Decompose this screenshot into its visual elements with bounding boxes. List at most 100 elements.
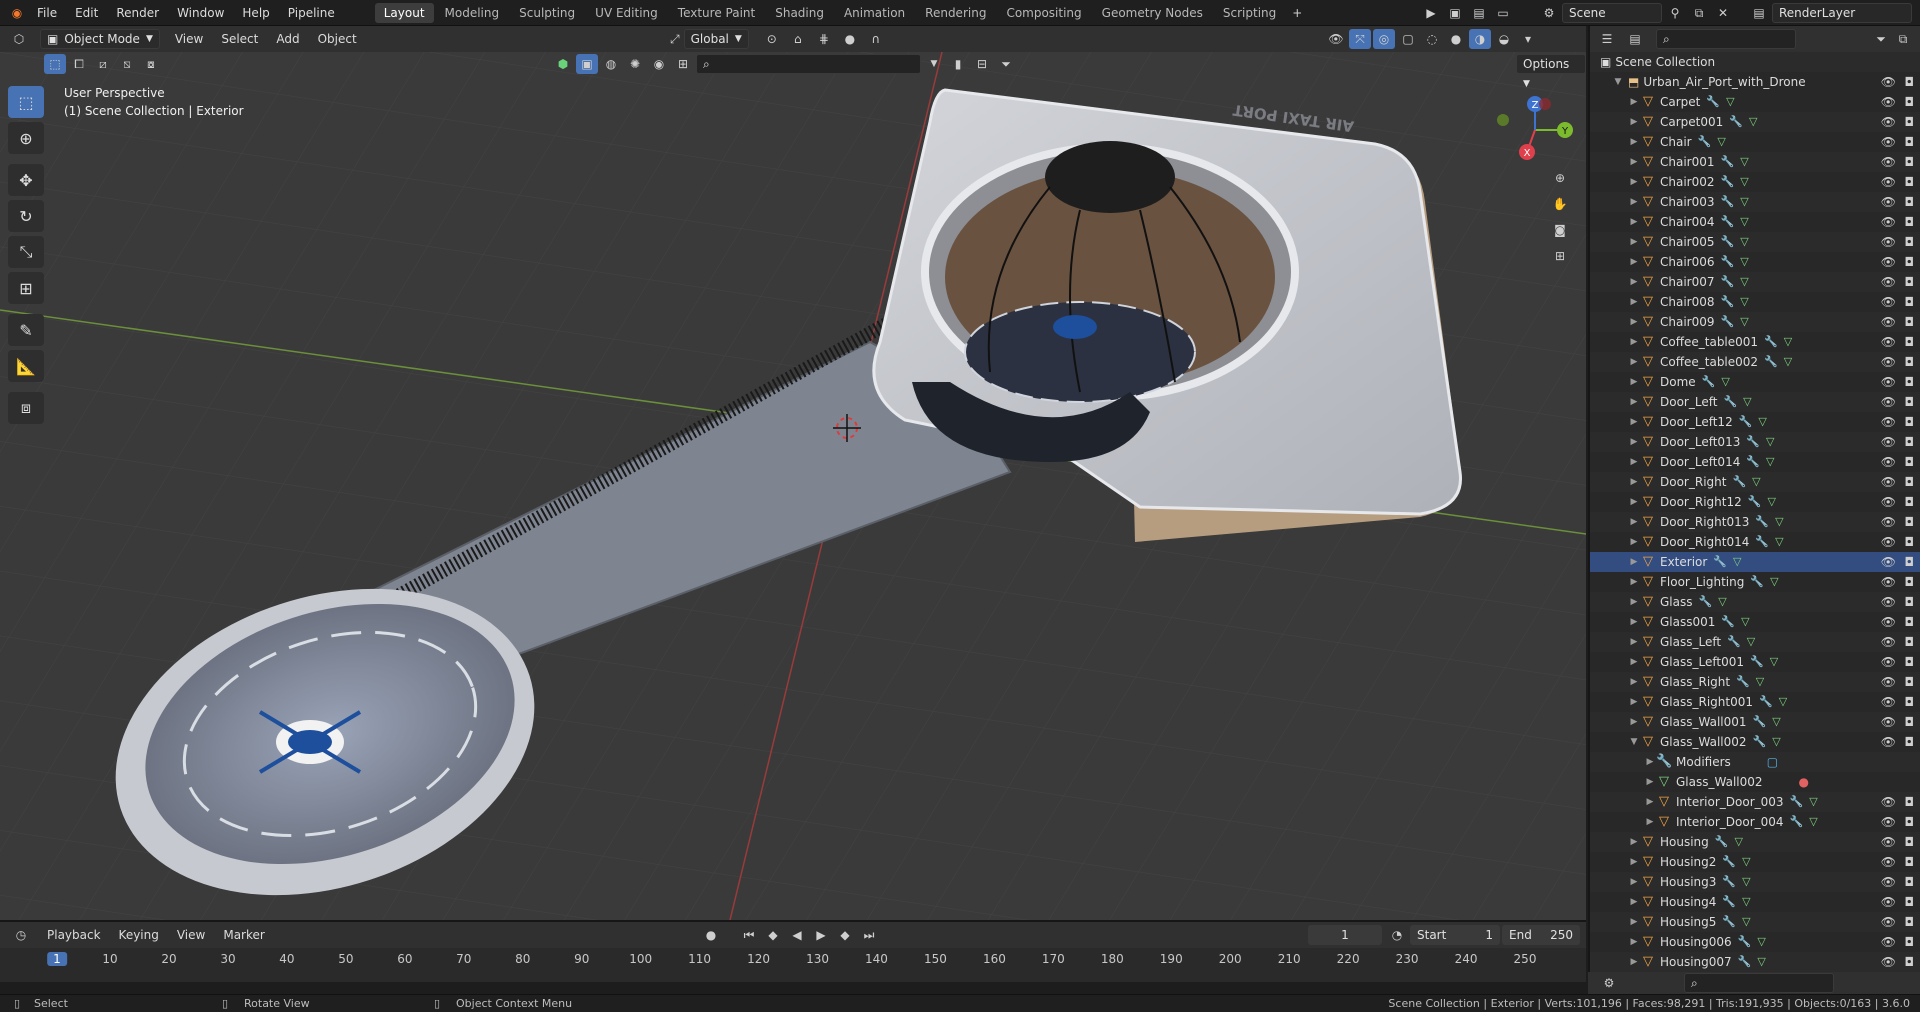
expand-arrow-icon[interactable]: ▶ bbox=[1628, 652, 1640, 672]
select-box-tool-icon[interactable]: ⬚ bbox=[8, 86, 44, 118]
modifier-wrench-icon[interactable]: 🔧 bbox=[1729, 112, 1743, 132]
mesh-data-icon[interactable]: ▽ bbox=[1784, 352, 1792, 372]
expand-arrow-icon[interactable]: ▶ bbox=[1628, 92, 1640, 112]
filter-icon[interactable]: ⏷ bbox=[1870, 29, 1892, 49]
modifier-wrench-icon[interactable]: 🔧 bbox=[1721, 252, 1735, 272]
select-new-icon[interactable]: ⬚ bbox=[44, 54, 66, 74]
3d-viewport[interactable]: AIR TAXI PORT Y Z X ⬚ ⧠ ⧄ ⧅ ⧇ ⬢ ▣ ◍ ✺ ◉ … bbox=[0, 52, 1586, 920]
visibility-eye-icon[interactable]: 👁 bbox=[1881, 472, 1896, 492]
outliner-row[interactable]: ▶ ▽ Chair005 🔧 ▽ 👁 ◘ bbox=[1590, 232, 1920, 252]
outliner-row[interactable]: ▶ ▽ Door_Right 🔧 ▽ 👁 ◘ bbox=[1590, 472, 1920, 492]
render-camera-icon[interactable]: ◘ bbox=[1905, 232, 1915, 252]
visibility-eye-icon[interactable]: 👁 bbox=[1881, 572, 1896, 592]
mesh-data-icon[interactable]: ▽ bbox=[1757, 952, 1765, 972]
outliner-row[interactable]: ▶ ▽ Coffee_table001 🔧 ▽ 👁 ◘ bbox=[1590, 332, 1920, 352]
render-camera-icon[interactable]: ◘ bbox=[1905, 472, 1915, 492]
modifier-wrench-icon[interactable]: 🔧 bbox=[1723, 392, 1737, 412]
expand-arrow-icon[interactable]: ▶ bbox=[1628, 212, 1640, 232]
outliner-row[interactable]: ▶ ▽ Glass_Wall001 🔧 ▽ 👁 ◘ bbox=[1590, 712, 1920, 732]
visibility-eye-icon[interactable]: 👁 bbox=[1881, 252, 1896, 272]
viewport-menu-select[interactable]: Select bbox=[212, 26, 267, 52]
outliner-row[interactable]: ▶ ▽ Door_Right013 🔧 ▽ 👁 ◘ bbox=[1590, 512, 1920, 532]
menu-file[interactable]: File bbox=[28, 0, 66, 26]
outliner-row[interactable]: ▶ ▽ Interior_Door_004 🔧 ▽ 👁 ◘ bbox=[1590, 812, 1920, 832]
modifier-wrench-icon[interactable]: 🔧 bbox=[1698, 132, 1712, 152]
modifier-wrench-icon[interactable]: 🔧 bbox=[1790, 792, 1804, 812]
render-camera-icon[interactable]: ◘ bbox=[1905, 172, 1915, 192]
visibility-eye-icon[interactable]: 👁 bbox=[1881, 392, 1896, 412]
mesh-data-icon[interactable]: ▽ bbox=[1784, 332, 1792, 352]
outliner-row[interactable]: ▶ ▽ Housing2 🔧 ▽ 👁 ◘ bbox=[1590, 852, 1920, 872]
visibility-eye-icon[interactable]: 👁 bbox=[1881, 532, 1896, 552]
visibility-eye-icon[interactable]: 👁 bbox=[1881, 492, 1896, 512]
render-camera-icon[interactable]: ◘ bbox=[1905, 292, 1915, 312]
outliner-row[interactable]: ▶ ▽ Chair003 🔧 ▽ 👁 ◘ bbox=[1590, 192, 1920, 212]
filter-icon[interactable]: ⏷ bbox=[995, 54, 1017, 74]
jump-end-icon[interactable]: ⏭ bbox=[858, 925, 880, 945]
gizmo-toggle-icon[interactable]: ⤧ bbox=[1349, 29, 1371, 49]
tab-scripting[interactable]: Scripting bbox=[1214, 3, 1285, 23]
timeline-menu-keying[interactable]: Keying bbox=[110, 922, 168, 948]
modifier-wrench-icon[interactable]: 🔧 bbox=[1721, 612, 1735, 632]
timeline-menu-playback[interactable]: Playback bbox=[38, 922, 110, 948]
select-extend-icon[interactable]: ⧠ bbox=[68, 54, 90, 74]
expand-arrow-icon[interactable]: ▶ bbox=[1628, 572, 1640, 592]
visibility-eye-icon[interactable]: 👁 bbox=[1881, 552, 1896, 572]
expand-arrow-icon[interactable]: ▶ bbox=[1644, 792, 1656, 812]
render-camera-icon[interactable]: ◘ bbox=[1905, 832, 1915, 852]
modifier-wrench-icon[interactable]: 🔧 bbox=[1736, 672, 1750, 692]
modifier-wrench-icon[interactable]: 🔧 bbox=[1746, 452, 1760, 472]
expand-arrow-icon[interactable]: ▶ bbox=[1628, 432, 1640, 452]
orientation-dropdown[interactable]: Global ▼ bbox=[683, 29, 749, 49]
render-camera-icon[interactable]: ◘ bbox=[1905, 372, 1915, 392]
render-camera-icon[interactable]: ◘ bbox=[1905, 392, 1915, 412]
visibility-eye-icon[interactable]: 👁 bbox=[1881, 632, 1896, 652]
modifier-wrench-icon[interactable]: 🔧 bbox=[1764, 352, 1778, 372]
outliner-row[interactable]: ▶ ▽ Door_Left013 🔧 ▽ 👁 ◘ bbox=[1590, 432, 1920, 452]
add-workspace-icon[interactable]: + bbox=[1286, 3, 1308, 23]
visibility-eye-icon[interactable]: 👁 bbox=[1881, 612, 1896, 632]
modifier-wrench-icon[interactable]: 🔧 bbox=[1753, 712, 1767, 732]
shading-options-icon[interactable]: ▾ bbox=[1517, 29, 1539, 49]
tab-layout[interactable]: Layout bbox=[374, 2, 434, 23]
visibility-eye-icon[interactable]: 👁 bbox=[1881, 832, 1896, 852]
outliner-row[interactable]: ▶ ▽ Chair004 🔧 ▽ 👁 ◘ bbox=[1590, 212, 1920, 232]
modifier-wrench-icon[interactable]: 🔧 bbox=[1750, 652, 1764, 672]
mesh-data-icon[interactable]: ▽ bbox=[1809, 812, 1817, 832]
scene-name-field[interactable]: Scene bbox=[1562, 3, 1662, 23]
jump-start-icon[interactable]: ⏮ bbox=[738, 925, 760, 945]
visibility-eye-icon[interactable]: 👁 bbox=[1881, 152, 1896, 172]
modifier-wrench-icon[interactable]: 🔧 bbox=[1755, 532, 1769, 552]
visibility-eye-icon[interactable]: 👁 bbox=[1881, 332, 1896, 352]
mesh-data-icon[interactable]: ▽ bbox=[1742, 912, 1750, 932]
outliner-row[interactable]: ▶ ▽ Interior_Door_003 🔧 ▽ 👁 ◘ bbox=[1590, 792, 1920, 812]
menu-edit[interactable]: Edit bbox=[66, 0, 107, 26]
modifier-wrench-icon[interactable]: 🔧 bbox=[1755, 512, 1769, 532]
modifier-wrench-icon[interactable]: 🔧 bbox=[1790, 812, 1804, 832]
outliner-row[interactable]: ▶ ▽ Housing006 🔧 ▽ 👁 ◘ bbox=[1590, 932, 1920, 952]
render-camera-icon[interactable]: ◘ bbox=[1905, 272, 1915, 292]
mesh-data-icon[interactable]: ▽ bbox=[1758, 412, 1766, 432]
end-frame-field[interactable]: End 250 bbox=[1502, 925, 1580, 945]
rotate-tool-icon[interactable]: ↻ bbox=[8, 200, 44, 232]
outliner-row[interactable]: ▶ ▽ Door_Right014 🔧 ▽ 👁 ◘ bbox=[1590, 532, 1920, 552]
outliner-row[interactable]: ▶ ▽ Door_Left 🔧 ▽ 👁 ◘ bbox=[1590, 392, 1920, 412]
visibility-eye-icon[interactable]: 👁 bbox=[1881, 232, 1896, 252]
visibility-eye-icon[interactable]: 👁 bbox=[1881, 292, 1896, 312]
menu-window[interactable]: Window bbox=[168, 0, 233, 26]
expand-arrow-icon[interactable]: ▶ bbox=[1628, 392, 1640, 412]
render-camera-icon[interactable]: ◘ bbox=[1905, 612, 1915, 632]
outliner-row[interactable]: ▶ ▽ Chair 🔧 ▽ 👁 ◘ bbox=[1590, 132, 1920, 152]
expand-arrow-icon[interactable]: ▶ bbox=[1628, 312, 1640, 332]
collection-row[interactable]: ▼ ⬒ Urban_Air_Port_with_Drone 👁 ◘ bbox=[1590, 72, 1920, 92]
outliner-editor-icon[interactable]: ☰ bbox=[1596, 29, 1618, 49]
expand-arrow-icon[interactable]: ▶ bbox=[1628, 712, 1640, 732]
editor-type-icon[interactable]: ⬡ bbox=[8, 29, 30, 49]
properties-editor-icon[interactable]: ⚙ bbox=[1598, 973, 1620, 993]
mesh-data-icon[interactable]: ▽ bbox=[1734, 832, 1742, 852]
render-camera-icon[interactable]: ◘ bbox=[1905, 632, 1915, 652]
move-tool-icon[interactable]: ✥ bbox=[8, 164, 44, 196]
visibility-eye-icon[interactable]: 👁 bbox=[1881, 312, 1896, 332]
expand-arrow-icon[interactable]: ▶ bbox=[1628, 132, 1640, 152]
modifier-wrench-icon[interactable]: 🔧 bbox=[1738, 932, 1752, 952]
